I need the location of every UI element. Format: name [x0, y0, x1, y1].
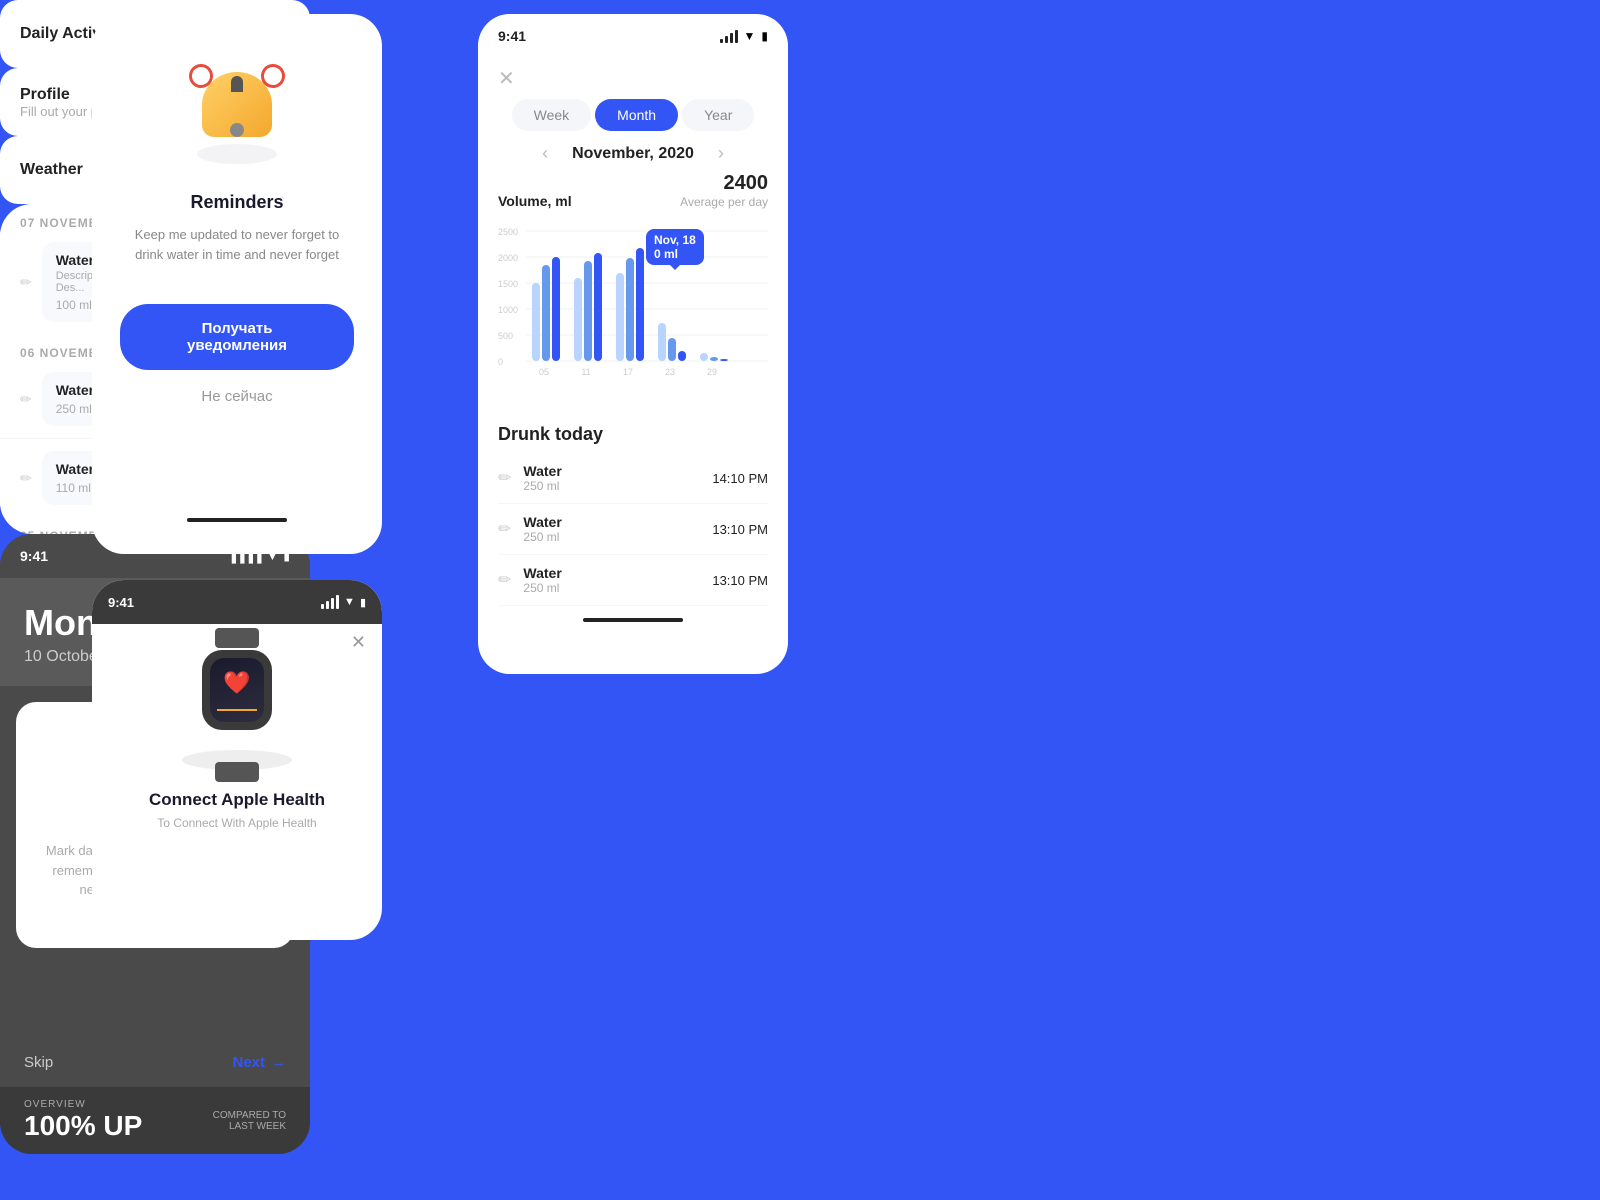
overview-bar: OVERVIEW 100% UP COMPARED TO LAST WEEK	[0, 1087, 310, 1154]
chart-header: ✕	[478, 58, 788, 91]
apple-health-card: 9:41 ▼ ▮ ✕ ❤️ Connect Apple Health To Co…	[92, 580, 382, 940]
bell-illustration	[177, 54, 297, 164]
signal-bars	[720, 30, 738, 43]
get-notifications-button[interactable]: Получать уведомления	[120, 304, 354, 370]
connect-title: Connect Apple Health	[149, 790, 325, 810]
bar-chart: 2500 2000 1500 1000 500 0	[498, 213, 768, 393]
drink-info: Water 250 ml	[523, 565, 712, 595]
watch-strap-top	[215, 628, 259, 648]
drink-item: ✏ Water 250 ml 13:10 PM	[498, 504, 768, 555]
drunk-today-section: Drunk today ✏ Water 250 ml 14:10 PM ✏ Wa…	[478, 412, 788, 634]
chart-tooltip: Nov, 18 0 ml	[646, 229, 704, 265]
status-icons: ▼ ▮	[321, 595, 366, 609]
drunk-today-title: Drunk today	[498, 424, 768, 445]
edit-icon[interactable]: ✏	[498, 570, 511, 590]
tab-week[interactable]: Week	[512, 99, 592, 131]
drink-item: ✏ Water 250 ml 13:10 PM	[498, 555, 768, 606]
svg-text:05: 05	[539, 367, 549, 377]
not-now-button[interactable]: Не сейчас	[201, 388, 272, 405]
svg-text:0: 0	[498, 357, 503, 367]
reminders-card: Reminders Keep me updated to never forge…	[92, 14, 382, 554]
edit-icon[interactable]: ✏	[498, 468, 511, 488]
next-month-button[interactable]: ›	[718, 143, 724, 164]
reminders-description: Keep me updated to never forget to drink…	[120, 225, 354, 264]
chart-status-icons: ▼ ▮	[720, 29, 769, 43]
reminders-title: Reminders	[190, 192, 283, 213]
month-navigation: ‹ November, 2020 ›	[478, 139, 788, 172]
volume-label: Volume, ml	[498, 193, 572, 209]
status-time: 9:41	[108, 595, 134, 610]
calendar-actions: Skip Next →	[0, 1054, 310, 1087]
chart-area: Volume, ml 2400 Average per day 2500 200…	[478, 172, 788, 412]
bell-wave	[177, 54, 297, 164]
wifi-icon: ▼	[744, 29, 756, 43]
tab-row: Week Month Year	[478, 91, 788, 139]
wifi-icon: ▼	[344, 596, 355, 608]
phone-status-bar: 9:41 ▼ ▮	[478, 14, 788, 58]
watch-strap-bottom	[215, 762, 259, 782]
ecg-line	[217, 699, 257, 711]
edit-icon[interactable]: ✏	[498, 519, 511, 539]
chart-card: 9:41 ▼ ▮ ✕ Week Month Year ‹ November, 2…	[478, 14, 788, 674]
svg-text:500: 500	[498, 331, 513, 341]
home-bar	[583, 618, 683, 622]
connect-description: To Connect With Apple Health	[157, 816, 316, 830]
heart-icon: ❤️	[223, 670, 250, 696]
chart-status-time: 9:41	[498, 28, 526, 44]
edit-pencil-icon[interactable]: ✏	[20, 470, 32, 487]
tab-year[interactable]: Year	[682, 99, 754, 131]
tab-month[interactable]: Month	[595, 99, 678, 131]
svg-text:1500: 1500	[498, 279, 518, 289]
prev-month-button[interactable]: ‹	[542, 143, 548, 164]
svg-text:2500: 2500	[498, 227, 518, 237]
calendar-status-time: 9:41	[20, 548, 48, 564]
status-bar: 9:41 ▼ ▮	[92, 580, 382, 624]
avg-label: Average per day	[680, 195, 768, 209]
svg-text:11: 11	[581, 367, 590, 377]
home-indicator	[187, 518, 287, 522]
history-item-info: Water 250 ml	[56, 382, 94, 416]
signal-icon	[321, 595, 339, 609]
svg-text:17: 17	[623, 367, 633, 377]
battery-icon: ▮	[360, 596, 366, 609]
next-label: Next	[232, 1054, 265, 1071]
chart-close-button[interactable]: ✕	[498, 66, 515, 91]
watch-body: ❤️	[202, 650, 272, 730]
battery-icon: ▮	[761, 29, 768, 43]
overview-compared: COMPARED TO LAST WEEK	[213, 1110, 286, 1132]
svg-text:2000: 2000	[498, 253, 518, 263]
close-button[interactable]: ✕	[351, 632, 366, 653]
svg-text:1000: 1000	[498, 305, 518, 315]
drink-item: ✏ Water 250 ml 14:10 PM	[498, 453, 768, 504]
drink-info: Water 250 ml	[523, 514, 712, 544]
history-item-info: Water 110 ml	[56, 461, 94, 495]
drink-info: Water 250 ml	[523, 463, 712, 493]
watch-screen: ❤️	[210, 658, 264, 722]
edit-pencil-icon[interactable]: ✏	[20, 274, 32, 291]
svg-text:23: 23	[665, 367, 675, 377]
next-button[interactable]: Next →	[232, 1054, 286, 1071]
avg-value: 2400	[680, 172, 768, 195]
overview-left: OVERVIEW 100% UP	[24, 1099, 142, 1142]
svg-text:29: 29	[707, 367, 717, 377]
month-label: November, 2020	[572, 145, 694, 163]
skip-button[interactable]: Skip	[24, 1054, 53, 1071]
edit-pencil-icon[interactable]: ✏	[20, 391, 32, 408]
overview-label: OVERVIEW	[24, 1099, 142, 1110]
watch-illustration: ❤️	[172, 640, 302, 770]
overview-value: 100% UP	[24, 1110, 142, 1142]
arrow-right-icon: →	[271, 1054, 286, 1071]
